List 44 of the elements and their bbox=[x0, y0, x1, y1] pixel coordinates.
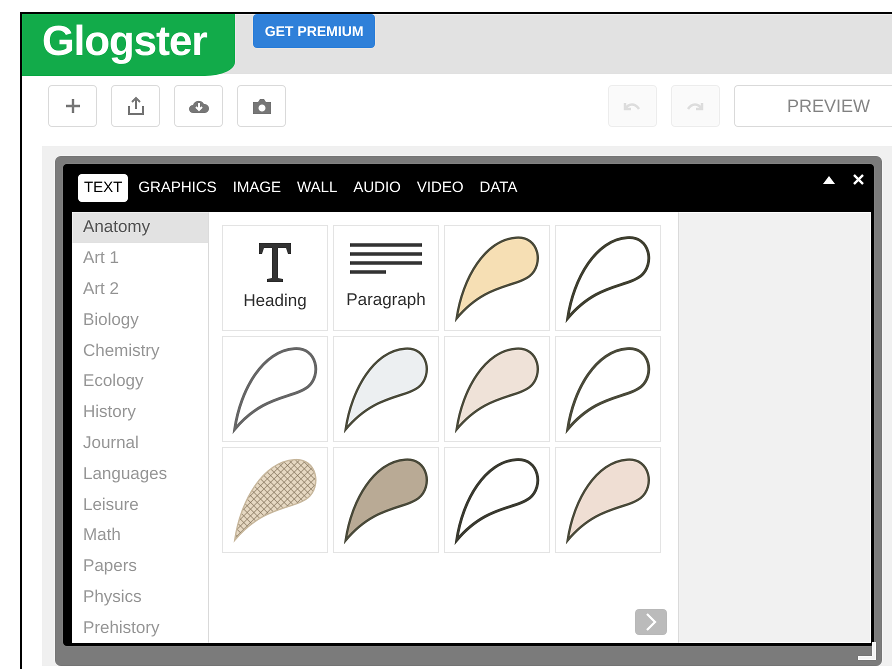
panel-tab[interactable]: IMAGE bbox=[226, 174, 288, 202]
panel-tab[interactable]: DATA bbox=[474, 174, 524, 202]
category-item[interactable]: Prehistory bbox=[72, 612, 208, 643]
undo-icon bbox=[622, 100, 642, 112]
category-item[interactable]: Papers bbox=[72, 550, 208, 582]
category-item[interactable]: Languages bbox=[72, 458, 208, 490]
panel-tab[interactable]: VIDEO bbox=[410, 174, 470, 202]
category-item[interactable]: History bbox=[72, 396, 208, 428]
category-item[interactable]: Journal bbox=[72, 427, 208, 458]
panel-tab[interactable]: GRAPHICS bbox=[132, 174, 223, 202]
chevron-right-icon bbox=[645, 613, 657, 631]
category-item[interactable]: Math bbox=[72, 520, 208, 551]
camera-icon bbox=[250, 98, 272, 114]
category-item[interactable]: Ecology bbox=[72, 366, 208, 397]
upload-button[interactable] bbox=[111, 85, 160, 127]
letter-t-icon bbox=[258, 242, 292, 282]
close-icon bbox=[853, 174, 864, 185]
collapse-button[interactable] bbox=[823, 176, 835, 184]
upload-icon bbox=[126, 96, 146, 116]
panel-tab[interactable]: TEXT bbox=[78, 174, 128, 202]
add-button[interactable] bbox=[48, 85, 97, 127]
glogster-logo[interactable]: Glogster bbox=[22, 14, 235, 76]
paragraph-tile[interactable]: Paragraph bbox=[333, 224, 439, 331]
cloud-download-icon bbox=[188, 98, 210, 114]
redo-icon bbox=[685, 100, 706, 112]
category-item[interactable]: Leisure bbox=[72, 489, 208, 520]
preview-button[interactable]: PREVIEW bbox=[734, 85, 892, 127]
category-item[interactable]: Chemistry bbox=[72, 335, 208, 366]
heading-tile[interactable]: Heading bbox=[222, 224, 328, 331]
plus-icon bbox=[64, 98, 80, 114]
caret-up-icon bbox=[823, 176, 835, 184]
camera-button[interactable] bbox=[237, 85, 286, 127]
panel-tab[interactable]: WALL bbox=[291, 174, 344, 202]
category-item[interactable]: Physics bbox=[72, 581, 208, 612]
cloud-download-button[interactable] bbox=[174, 85, 223, 127]
category-item[interactable]: Anatomy bbox=[72, 212, 208, 243]
panel-tab[interactable]: AUDIO bbox=[347, 174, 407, 202]
resize-handle[interactable] bbox=[858, 642, 876, 660]
get-premium-button[interactable]: GET PREMIUM bbox=[252, 14, 376, 48]
text-lines-icon bbox=[350, 243, 422, 276]
category-item[interactable]: Biology bbox=[72, 304, 208, 336]
category-item[interactable]: Art 1 bbox=[72, 242, 208, 274]
close-button[interactable] bbox=[853, 174, 864, 185]
category-item[interactable]: Art 2 bbox=[72, 273, 208, 304]
